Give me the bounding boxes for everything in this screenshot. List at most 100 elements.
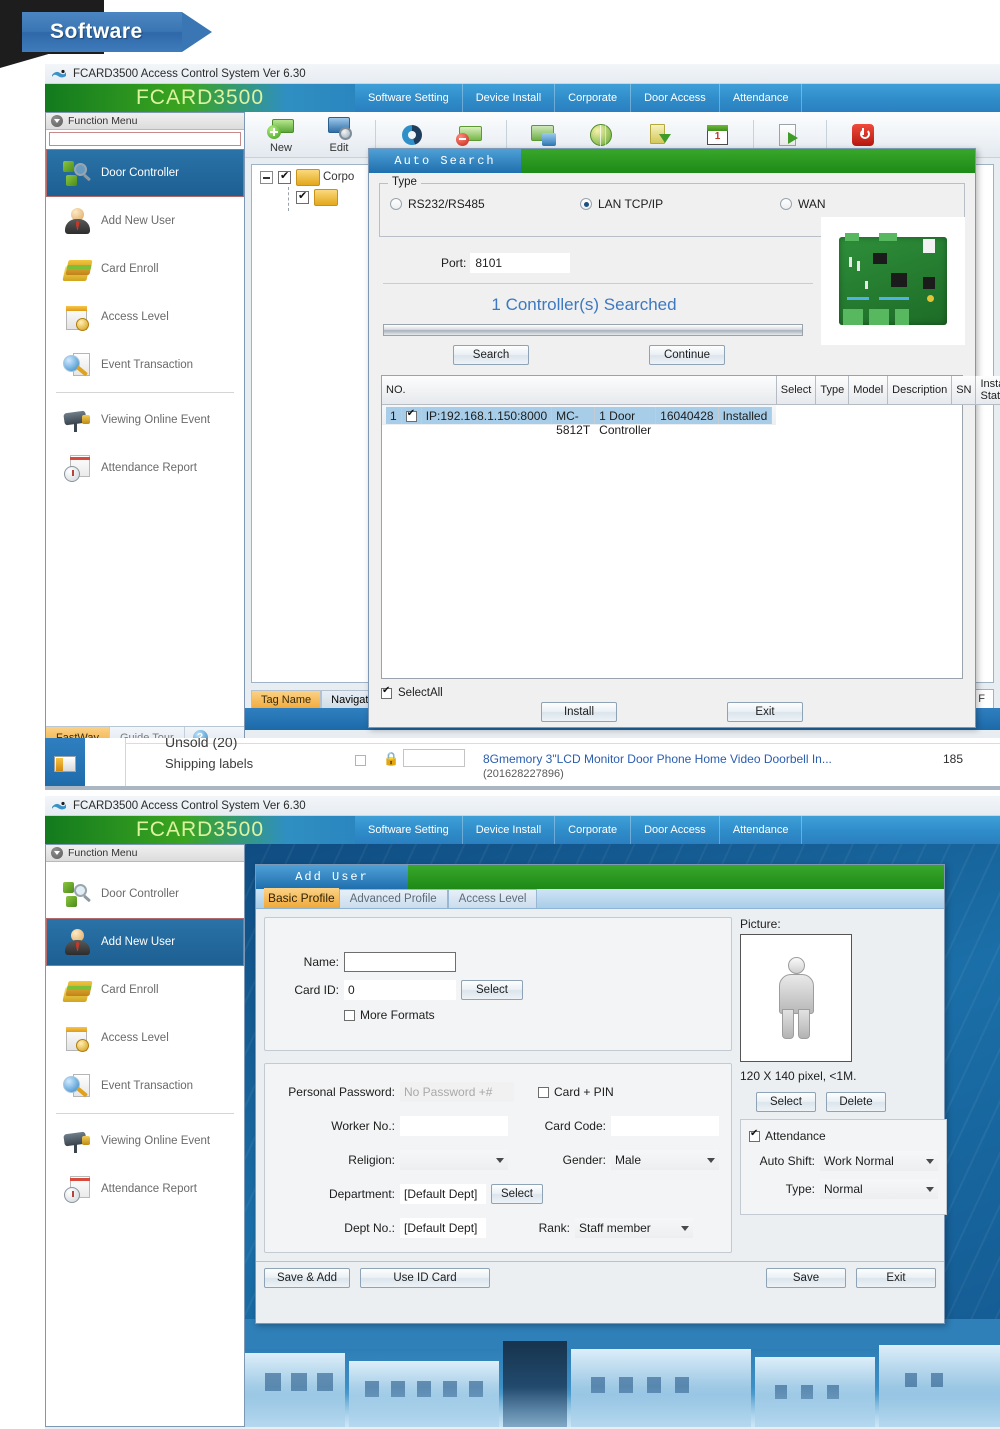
toolbar-calendar-button[interactable]: 1 (689, 122, 745, 148)
add-user-dialog-header: Add User (256, 865, 944, 889)
table-row[interactable]: 1 IP:192.168.1.150:8000 MC-5812T 1 Door … (382, 405, 777, 437)
listing-unsold-label[interactable]: Unsold (20) (165, 738, 237, 750)
search-results-table[interactable]: NO. Select Type Model Description SN Ins… (381, 375, 1000, 679)
row-checkbox[interactable] (405, 408, 417, 422)
toolbar-sync-card-button[interactable] (515, 122, 571, 148)
sidebar-item-access-level[interactable]: Access Level (46, 1014, 244, 1062)
select-all-checkbox[interactable] (381, 685, 392, 699)
tab-advanced-profile[interactable]: Advanced Profile (338, 889, 448, 908)
continue-button[interactable]: Continue (649, 345, 725, 365)
sidebar-item-card-enroll[interactable]: Card Enroll (46, 966, 244, 1014)
sidebar-item-add-new-user[interactable]: Add New User (46, 918, 244, 966)
gender-select[interactable]: Male (611, 1150, 719, 1170)
tab-tag-name[interactable]: Tag Name (251, 690, 322, 709)
sidebar-item-viewing-online-event[interactable]: Viewing Online Event (46, 1117, 244, 1165)
radio-wan[interactable]: WAN (780, 197, 826, 211)
card-pin-checkbox[interactable] (538, 1086, 549, 1098)
sidebar-item-attendance-report[interactable]: Attendance Report (46, 1165, 244, 1213)
sidebar-item-card-enroll[interactable]: Card Enroll (46, 245, 244, 293)
personal-password-input[interactable]: No Password +# (400, 1082, 514, 1102)
auto-shift-select[interactable]: Work Normal (820, 1151, 938, 1171)
chevron-down-icon[interactable] (51, 847, 63, 859)
attendance-checkbox[interactable] (749, 1128, 760, 1142)
sidebar-item-viewing-online-event[interactable]: Viewing Online Event (46, 396, 244, 444)
menu-item-corporate[interactable]: Corporate (555, 84, 632, 112)
menu-item-device-install[interactable]: Device Install (463, 84, 556, 112)
sidebar-item-event-transaction[interactable]: Event Transaction (46, 341, 244, 389)
toolbar-download-button[interactable] (631, 122, 687, 148)
type-label: Type: (785, 1182, 815, 1196)
tree-checkbox[interactable] (296, 189, 309, 204)
menu-item-attendance[interactable]: Attendance (720, 816, 803, 844)
type-select[interactable]: Normal (820, 1179, 938, 1199)
picture-delete-button[interactable]: Delete (826, 1092, 886, 1112)
expand-collapse-icon[interactable] (260, 170, 273, 184)
use-id-card-button[interactable]: Use ID Card (360, 1268, 490, 1288)
more-formats-checkbox[interactable] (344, 1009, 355, 1021)
department-input[interactable]: [Default Dept] (400, 1184, 486, 1204)
cell-select[interactable] (401, 406, 422, 424)
install-button[interactable]: Install (541, 702, 617, 722)
name-input[interactable] (344, 952, 456, 972)
chevron-down-icon[interactable] (51, 115, 63, 127)
menu-item-software-setting[interactable]: Software Setting (355, 84, 463, 112)
toolbar-new-button[interactable]: New (253, 115, 309, 154)
listing-item-title[interactable]: 8Gmemory 3"LCD Monitor Door Phone Home V… (483, 752, 832, 766)
sidebar-item-door-controller[interactable]: Door Controller (46, 870, 244, 918)
toolbar-delete-card-button[interactable] (442, 122, 498, 148)
radio-icon-selected[interactable] (580, 198, 592, 210)
radio-lan-tcpip[interactable]: LAN TCP/IP (580, 197, 780, 211)
function-menu-header[interactable]: Function Menu (46, 113, 244, 130)
toolbar-power-button[interactable] (835, 122, 891, 148)
attendance-check-row[interactable]: Attendance (749, 1128, 938, 1143)
save-button[interactable]: Save (766, 1268, 846, 1288)
toolbar-edit-button[interactable]: Edit (311, 115, 367, 154)
port-input[interactable]: 8101 (470, 253, 571, 273)
menu-item-software-setting[interactable]: Software Setting (355, 816, 463, 844)
sidebar-item-event-transaction[interactable]: Event Transaction (46, 1062, 244, 1110)
toolbar-globe-button[interactable] (573, 122, 629, 148)
menu-item-device-install[interactable]: Device Install (463, 816, 556, 844)
card-id-select-button[interactable]: Select (461, 980, 523, 1000)
department-select-button[interactable]: Select (491, 1184, 543, 1204)
menu-item-attendance[interactable]: Attendance (720, 84, 803, 112)
window2-menubar[interactable]: Software Setting Device Install Corporat… (355, 816, 1000, 844)
sidebar-item-access-level[interactable]: Access Level (46, 293, 244, 341)
sidebar-item-attendance-report[interactable]: Attendance Report (46, 444, 244, 492)
tab-access-level[interactable]: Access Level (447, 889, 538, 908)
menu-item-door-access[interactable]: Door Access (631, 816, 720, 844)
card-code-input[interactable] (611, 1116, 719, 1136)
sidebar-item-door-controller[interactable]: Door Controller (46, 149, 244, 197)
religion-select[interactable] (400, 1150, 508, 1170)
listing-shipping-label[interactable]: Shipping labels (165, 756, 253, 771)
select-all-row[interactable]: SelectAll (381, 685, 443, 699)
more-formats-row[interactable]: More Formats (277, 1008, 719, 1022)
dept-no-input[interactable]: [Default Dept] (400, 1218, 486, 1238)
worker-no-input[interactable] (400, 1116, 508, 1136)
radio-icon[interactable] (780, 198, 792, 210)
sidebar-search-input[interactable] (49, 132, 241, 146)
save-and-add-button[interactable]: Save & Add (264, 1268, 350, 1288)
dialog-exit-button[interactable]: Exit (727, 702, 803, 722)
window1-menubar[interactable]: Software Setting Device Install Corporat… (355, 84, 1000, 112)
toolbar-export-button[interactable] (762, 122, 818, 148)
listing-row-checkbox[interactable] (355, 755, 366, 766)
radio-rs232-rs485[interactable]: RS232/RS485 (390, 197, 580, 211)
card-id-input[interactable]: 0 (344, 980, 456, 1000)
search-button[interactable]: Search (453, 345, 529, 365)
toolbar-refresh-button[interactable] (384, 122, 440, 148)
add-user-exit-button[interactable]: Exit (856, 1268, 936, 1288)
radio-icon[interactable] (390, 198, 402, 210)
listing-qty-input[interactable] (403, 749, 465, 767)
sidebar-item-add-new-user[interactable]: Add New User (46, 197, 244, 245)
tab-basic-profile[interactable]: Basic Profile (264, 888, 339, 908)
menu-item-door-access[interactable]: Door Access (631, 84, 720, 112)
picture-select-button[interactable]: Select (756, 1092, 816, 1112)
rank-select[interactable]: Staff member (575, 1218, 693, 1238)
picture-preview[interactable] (740, 934, 852, 1062)
function-menu-header[interactable]: Function Menu (46, 845, 244, 862)
window2-nav-list: Door Controller Add New User Card Enroll (46, 862, 244, 1213)
tree-checkbox[interactable] (278, 169, 291, 184)
type-radio-group[interactable]: RS232/RS485 LAN TCP/IP WAN (390, 197, 954, 211)
menu-item-corporate[interactable]: Corporate (555, 816, 632, 844)
